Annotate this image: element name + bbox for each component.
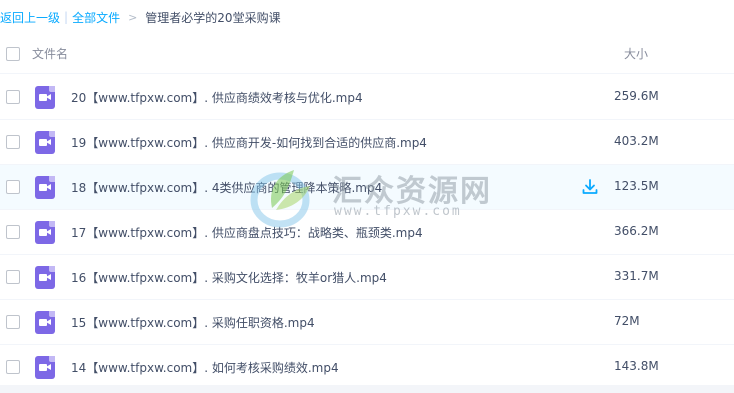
- column-header-size[interactable]: 大小: [624, 45, 648, 62]
- file-size: 123.5M: [614, 179, 659, 193]
- file-size: 143.8M: [614, 359, 659, 373]
- row-checkbox[interactable]: [6, 225, 20, 239]
- file-row[interactable]: 15【www.tfpxw.com】. 采购任职资格.mp4 72M: [0, 300, 734, 345]
- file-size: 403.2M: [614, 134, 659, 148]
- video-file-icon: [35, 176, 55, 199]
- file-list: 20【www.tfpxw.com】. 供应商绩效考核与优化.mp4 259.6M…: [0, 75, 734, 390]
- video-file-icon: [35, 131, 55, 154]
- select-all-checkbox[interactable]: [6, 46, 20, 61]
- breadcrumb-separator: |: [64, 10, 69, 24]
- video-file-icon: [35, 311, 55, 334]
- file-row[interactable]: 19【www.tfpxw.com】. 供应商开发-如何找到合适的供应商.mp4 …: [0, 120, 734, 165]
- file-row[interactable]: 16【www.tfpxw.com】. 采购文化选择：牧羊or猎人.mp4 331…: [0, 255, 734, 300]
- file-name[interactable]: 20【www.tfpxw.com】. 供应商绩效考核与优化.mp4: [71, 89, 363, 106]
- file-row[interactable]: 20【www.tfpxw.com】. 供应商绩效考核与优化.mp4 259.6M: [0, 75, 734, 120]
- download-icon[interactable]: [581, 178, 599, 196]
- row-checkbox[interactable]: [6, 135, 20, 149]
- row-checkbox[interactable]: [6, 180, 20, 194]
- file-name[interactable]: 17【www.tfpxw.com】. 供应商盘点技巧：战略类、瓶颈类.mp4: [71, 224, 423, 241]
- file-row[interactable]: 14【www.tfpxw.com】. 如何考核采购绩效.mp4 143.8M: [0, 345, 734, 390]
- video-file-icon: [35, 221, 55, 244]
- breadcrumb-arrow: >: [128, 10, 138, 24]
- file-size: 72M: [614, 314, 640, 328]
- file-name[interactable]: 16【www.tfpxw.com】. 采购文化选择：牧羊or猎人.mp4: [71, 269, 387, 286]
- file-name[interactable]: 19【www.tfpxw.com】. 供应商开发-如何找到合适的供应商.mp4: [71, 134, 427, 151]
- file-size: 366.2M: [614, 224, 659, 238]
- file-size: 331.7M: [614, 269, 659, 283]
- video-file-icon: [35, 86, 55, 109]
- row-checkbox[interactable]: [6, 315, 20, 329]
- breadcrumb: 返回上一级 | 全部文件 > 管理者必学的20堂采购课: [0, 0, 734, 34]
- video-file-icon: [35, 356, 55, 379]
- file-name[interactable]: 15【www.tfpxw.com】. 采购任职资格.mp4: [71, 314, 315, 331]
- video-file-icon: [35, 266, 55, 289]
- column-header-name[interactable]: 文件名: [32, 45, 68, 62]
- all-files-link[interactable]: 全部文件: [72, 9, 120, 26]
- file-size: 259.6M: [614, 89, 659, 103]
- current-folder: 管理者必学的20堂采购课: [145, 10, 281, 25]
- row-checkbox[interactable]: [6, 360, 20, 374]
- file-name[interactable]: 14【www.tfpxw.com】. 如何考核采购绩效.mp4: [71, 359, 339, 376]
- back-link[interactable]: 返回上一级: [0, 9, 60, 26]
- file-list-header: 文件名 大小: [0, 34, 734, 74]
- file-name[interactable]: 18【www.tfpxw.com】. 4类供应商的管理降本策略.mp4: [71, 179, 382, 196]
- row-checkbox[interactable]: [6, 270, 20, 284]
- horizontal-scrollbar[interactable]: [0, 385, 734, 393]
- row-checkbox[interactable]: [6, 90, 20, 104]
- file-row[interactable]: 18【www.tfpxw.com】. 4类供应商的管理降本策略.mp4 123.…: [0, 165, 734, 210]
- file-row[interactable]: 17【www.tfpxw.com】. 供应商盘点技巧：战略类、瓶颈类.mp4 3…: [0, 210, 734, 255]
